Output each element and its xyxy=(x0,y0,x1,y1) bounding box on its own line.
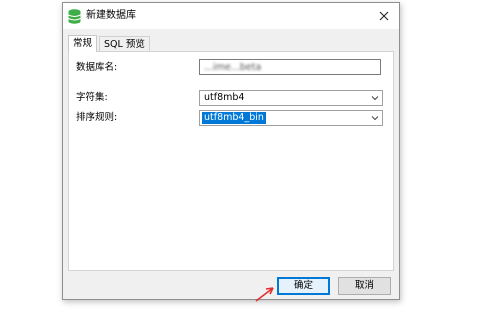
cancel-button[interactable]: 取消 xyxy=(338,277,391,295)
title-bar: 新建数据库 xyxy=(63,3,399,29)
chevron-down-icon xyxy=(371,116,379,121)
database-icon xyxy=(68,9,81,24)
close-button[interactable] xyxy=(369,3,399,29)
collation-select[interactable]: utf8mb4_bin xyxy=(199,110,383,126)
new-database-dialog: 新建数据库 常规 SQL 预览 数据库名: ...ime...beta 字符集:… xyxy=(62,2,400,300)
close-icon xyxy=(379,11,389,21)
window-title: 新建数据库 xyxy=(86,10,136,21)
ok-button[interactable]: 确定 xyxy=(277,277,330,295)
tab-general[interactable]: 常规 xyxy=(68,35,98,52)
charset-select[interactable]: utf8mb4 xyxy=(199,90,383,106)
db-name-field[interactable]: ...ime...beta xyxy=(199,59,381,75)
charset-value: utf8mb4 xyxy=(204,92,245,103)
general-tab-panel xyxy=(68,51,394,271)
collation-value: utf8mb4_bin xyxy=(201,111,267,125)
charset-label: 字符集: xyxy=(76,92,108,103)
db-name-value: ...ime...beta xyxy=(204,62,262,73)
tab-sql-preview[interactable]: SQL 预览 xyxy=(99,36,150,52)
collation-label: 排序规则: xyxy=(76,112,118,123)
db-name-label: 数据库名: xyxy=(76,62,118,73)
chevron-down-icon xyxy=(371,96,379,101)
